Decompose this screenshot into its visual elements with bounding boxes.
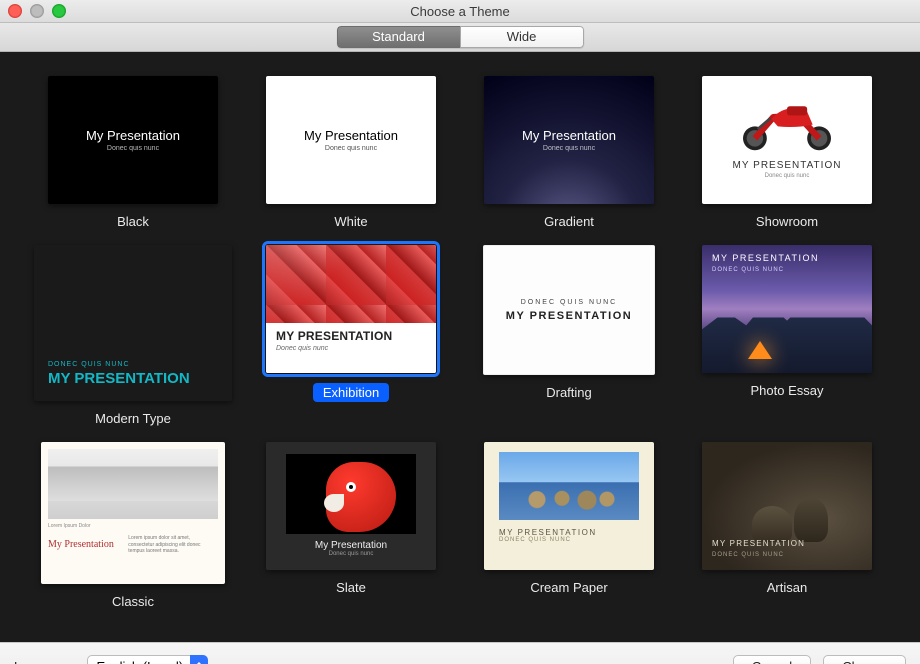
theme-slate-thumbnail: My Presentation Donec quis nunc: [266, 442, 436, 570]
abstract-art-icon: [266, 245, 436, 323]
theme-label: Exhibition: [313, 383, 389, 402]
thumb-title: My Presentation: [522, 128, 616, 143]
footer: Language: English (Israel) Cancel Choose: [0, 642, 920, 664]
theme-showroom[interactable]: MY PRESENTATION Donec quis nunc Showroom: [687, 76, 887, 229]
choose-button[interactable]: Choose: [823, 655, 906, 664]
theme-gradient[interactable]: My Presentation Donec quis nunc Gradient: [469, 76, 669, 229]
theme-label: Black: [117, 214, 149, 229]
title-bar: Choose a Theme: [0, 0, 920, 23]
thumb-subtitle: DONEC QUIS NUNC: [48, 361, 218, 368]
theme-photo-essay-thumbnail: MY PRESENTATION DONEC QUIS NUNC: [702, 245, 872, 373]
thumb-title: MY PRESENTATION: [48, 370, 218, 387]
tab-standard[interactable]: Standard: [337, 26, 460, 48]
window-title: Choose a Theme: [0, 4, 920, 19]
thumb-title: My Presentation: [315, 540, 387, 551]
theme-label: Drafting: [546, 385, 592, 400]
thumb-subtitle: DONEC QUIS NUNC: [499, 537, 571, 543]
thumb-subtitle: DONEC QUIS NUNC: [712, 552, 784, 558]
thumb-subtitle: Donec quis nunc: [107, 145, 159, 152]
theme-label: Modern Type: [95, 411, 171, 426]
theme-label: Artisan: [767, 580, 807, 595]
theme-modern-type-thumbnail: DONEC QUIS NUNC MY PRESENTATION: [34, 245, 232, 401]
theme-showroom-thumbnail: MY PRESENTATION Donec quis nunc: [702, 76, 872, 204]
theme-label: Photo Essay: [751, 383, 824, 398]
theme-label: Gradient: [544, 214, 594, 229]
theme-label: Showroom: [756, 214, 818, 229]
theme-browser[interactable]: My Presentation Donec quis nunc Black My…: [0, 52, 920, 642]
theme-label: Cream Paper: [530, 580, 607, 595]
theme-modern-type[interactable]: DONEC QUIS NUNC MY PRESENTATION Modern T…: [33, 245, 233, 426]
theme-photo-essay[interactable]: MY PRESENTATION DONEC QUIS NUNC Photo Es…: [687, 245, 887, 426]
thumb-subtitle: Donec quis nunc: [276, 345, 426, 352]
theme-drafting-thumbnail: DONEC QUIS NUNC MY PRESENTATION: [483, 245, 655, 375]
theme-label: White: [334, 214, 367, 229]
theme-label: Classic: [112, 594, 154, 609]
thumb-title: MY PRESENTATION: [712, 539, 805, 548]
thumb-title: My Presentation: [304, 128, 398, 143]
thumb-title: My Presentation: [86, 128, 180, 143]
tent-icon: [748, 341, 772, 359]
theme-black-thumbnail: My Presentation Donec quis nunc: [48, 76, 218, 204]
motorcycle-icon: [732, 86, 842, 154]
thumb-subtitle: Donec quis nunc: [325, 145, 377, 152]
thumb-subtitle: DONEC QUIS NUNC: [712, 267, 784, 273]
pottery-icon: [702, 442, 872, 570]
theme-drafting[interactable]: DONEC QUIS NUNC MY PRESENTATION Drafting: [469, 245, 669, 426]
theme-exhibition[interactable]: MY PRESENTATION Donec quis nunc Exhibiti…: [251, 245, 451, 426]
thumb-title: MY PRESENTATION: [712, 253, 819, 263]
thumb-subtitle: Donec quis nunc: [329, 551, 374, 557]
theme-classic[interactable]: Lorem Ipsum Dolor My Presentation Lorem …: [33, 442, 233, 609]
theme-artisan[interactable]: MY PRESENTATION DONEC QUIS NUNC Artisan: [687, 442, 887, 609]
theme-black[interactable]: My Presentation Donec quis nunc Black: [33, 76, 233, 229]
theme-white[interactable]: My Presentation Donec quis nunc White: [251, 76, 451, 229]
thumb-subtitle: DONEC QUIS NUNC: [521, 299, 618, 306]
theme-white-thumbnail: My Presentation Donec quis nunc: [266, 76, 436, 204]
aspect-ratio-tabs: Standard Wide: [337, 26, 584, 48]
tab-wide[interactable]: Wide: [460, 26, 584, 48]
theme-cream-paper-thumbnail: MY PRESENTATION DONEC QUIS NUNC: [484, 442, 654, 570]
language-select[interactable]: English (Israel): [87, 655, 208, 664]
thumb-title: MY PRESENTATION: [276, 329, 426, 343]
theme-gradient-thumbnail: My Presentation Donec quis nunc: [484, 76, 654, 204]
thumb-body: Lorem ipsum dolor sit amet, consectetur …: [128, 535, 208, 555]
thumb-subtitle: Donec quis nunc: [765, 173, 810, 179]
thumb-title: My Presentation: [48, 539, 114, 550]
theme-exhibition-thumbnail: MY PRESENTATION Donec quis nunc: [266, 245, 436, 373]
theme-cream-paper[interactable]: MY PRESENTATION DONEC QUIS NUNC Cream Pa…: [469, 442, 669, 609]
seascape-icon: [499, 452, 639, 520]
theme-slate[interactable]: My Presentation Donec quis nunc Slate: [251, 442, 451, 609]
theme-label: Slate: [336, 580, 366, 595]
thumb-title: MY PRESENTATION: [506, 310, 632, 322]
theme-artisan-thumbnail: MY PRESENTATION DONEC QUIS NUNC: [702, 442, 872, 570]
thumb-title: MY PRESENTATION: [499, 528, 597, 537]
thumb-title: MY PRESENTATION: [733, 160, 842, 171]
theme-grid: My Presentation Donec quis nunc Black My…: [0, 76, 920, 609]
parrot-icon: [286, 454, 416, 534]
language-label: Language:: [14, 659, 75, 664]
theme-classic-thumbnail: Lorem Ipsum Dolor My Presentation Lorem …: [41, 442, 225, 584]
thumb-subtitle: Donec quis nunc: [543, 145, 595, 152]
cancel-button[interactable]: Cancel: [733, 655, 811, 664]
bridge-icon: [48, 449, 218, 519]
toolbar: Standard Wide: [0, 23, 920, 52]
